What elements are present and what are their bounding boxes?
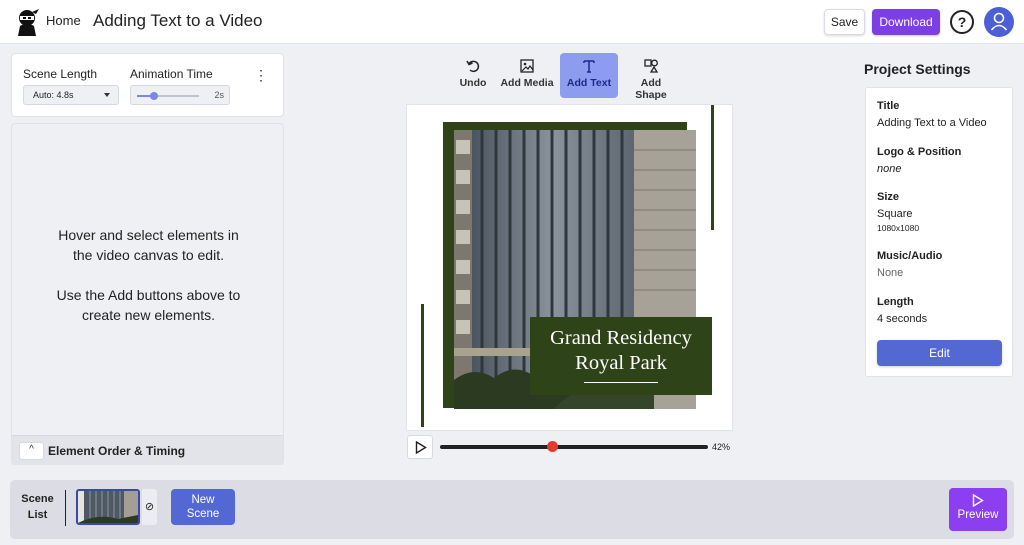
caption-line-1: Grand Residency (550, 327, 692, 349)
new-scene-label-line2: Scene (186, 508, 220, 520)
size-setting-label: Size (877, 191, 900, 203)
hint-select-text: Hover and select elements in the video c… (58, 227, 239, 263)
scene-length-value: Auto: 4.8s (33, 90, 74, 100)
image-icon (520, 59, 534, 73)
caret-down-icon (104, 93, 110, 97)
caption-line-2: Royal Park (575, 352, 667, 374)
scene-list-bar: Scene List ⊘ New Scene Preview (10, 480, 1014, 539)
project-settings-heading: Project Settings (864, 61, 971, 77)
size-setting-value: Square (877, 208, 913, 220)
text-icon (583, 60, 595, 73)
vertical-accent-line-left[interactable] (421, 304, 424, 427)
shapes-icon (644, 59, 659, 73)
preview-label: Preview (957, 509, 999, 521)
scene-list-label: Scene List (19, 491, 56, 523)
video-canvas[interactable]: Grand Residency Royal Park (406, 104, 733, 431)
caption-underline (584, 382, 658, 383)
element-editor-panel: Hover and select elements in the video c… (11, 123, 284, 465)
top-bar: Home Adding Text to a Video Save Downloa… (0, 0, 1024, 44)
home-link[interactable]: Home (46, 13, 81, 28)
hint-add-text: Use the Add buttons above to create new … (56, 287, 241, 323)
music-setting-value: None (877, 267, 904, 279)
project-settings-card: Title Adding Text to a Video Logo & Posi… (865, 87, 1013, 377)
logo-setting: Logo & Position none (877, 146, 961, 175)
element-order-bar[interactable]: ^ Element Order & Timing (12, 435, 283, 465)
page-title: Adding Text to a Video (93, 11, 263, 30)
caption-text-box[interactable]: Grand Residency Royal Park (530, 317, 712, 395)
animation-time-label: Animation Time (130, 67, 213, 81)
play-button[interactable] (407, 435, 433, 459)
timeline-playhead[interactable] (547, 441, 559, 452)
size-setting-dimensions: 1080x1080 (877, 223, 920, 233)
undo-button[interactable]: Undo (452, 53, 494, 96)
animation-time-slider[interactable] (137, 92, 199, 100)
vertical-accent-line-right[interactable] (711, 105, 714, 230)
scene-length-select[interactable]: Auto: 4.8s (23, 85, 119, 105)
scene-thumbnail-image (78, 491, 138, 523)
length-setting: Length 4 seconds (877, 296, 927, 325)
size-setting: Size Square 1080x1080 (877, 191, 919, 233)
user-avatar[interactable] (984, 7, 1014, 37)
hide-scene-icon[interactable]: ⊘ (142, 489, 157, 525)
animation-time-value: 2s (214, 90, 224, 100)
animation-time-control: 2s (130, 85, 230, 105)
music-setting: Music/Audio None (877, 250, 942, 279)
progress-percent: 42% (712, 442, 731, 452)
music-setting-label: Music/Audio (877, 250, 943, 262)
new-scene-button[interactable]: New Scene (171, 489, 235, 525)
title-setting-label: Title (877, 100, 900, 112)
download-button[interactable]: Download (872, 9, 940, 35)
user-icon (990, 12, 1008, 31)
scene-settings-card: Scene Length Auto: 4.8s Animation Time 2… (11, 53, 284, 117)
new-scene-label-line1: New (191, 494, 215, 506)
add-media-label: Add Media (500, 77, 554, 89)
scene-thumbnail[interactable] (76, 489, 140, 525)
more-options-icon[interactable]: ⋮ (254, 68, 268, 82)
title-setting: Title Adding Text to a Video (877, 100, 987, 129)
play-icon (415, 441, 427, 454)
add-shape-label: Add Shape (635, 77, 667, 101)
length-setting-label: Length (877, 296, 914, 308)
logo-setting-label: Logo & Position (877, 146, 962, 158)
element-order-label: Element Order & Timing (48, 444, 186, 458)
scene-list-divider (65, 490, 66, 526)
ninja-logo-icon[interactable] (14, 8, 40, 36)
add-media-button[interactable]: Add Media (500, 53, 554, 96)
add-text-button[interactable]: Add Text (560, 53, 618, 98)
scene-list-label-line1: Scene (21, 493, 54, 505)
undo-icon (466, 60, 480, 73)
edit-settings-button[interactable]: Edit (877, 340, 1002, 366)
scene-list-label-line2: List (27, 509, 48, 521)
preview-button[interactable]: Preview (949, 488, 1007, 531)
timeline-scrubber[interactable] (440, 441, 708, 452)
play-icon (972, 494, 984, 507)
save-button[interactable]: Save (824, 9, 865, 35)
animation-slider-thumb[interactable] (150, 92, 159, 100)
add-shape-button[interactable]: Add Shape (624, 53, 678, 101)
chevron-up-icon[interactable]: ^ (19, 442, 44, 460)
title-setting-value: Adding Text to a Video (877, 117, 987, 129)
editor-hint: Hover and select elements in the video c… (12, 225, 285, 325)
length-setting-value: 4 seconds (877, 313, 928, 325)
scene-length-label: Scene Length (23, 67, 98, 81)
add-text-label: Add Text (566, 77, 612, 89)
help-button[interactable]: ? (950, 10, 974, 34)
logo-setting-value: none (877, 163, 902, 175)
undo-label: Undo (459, 77, 487, 89)
